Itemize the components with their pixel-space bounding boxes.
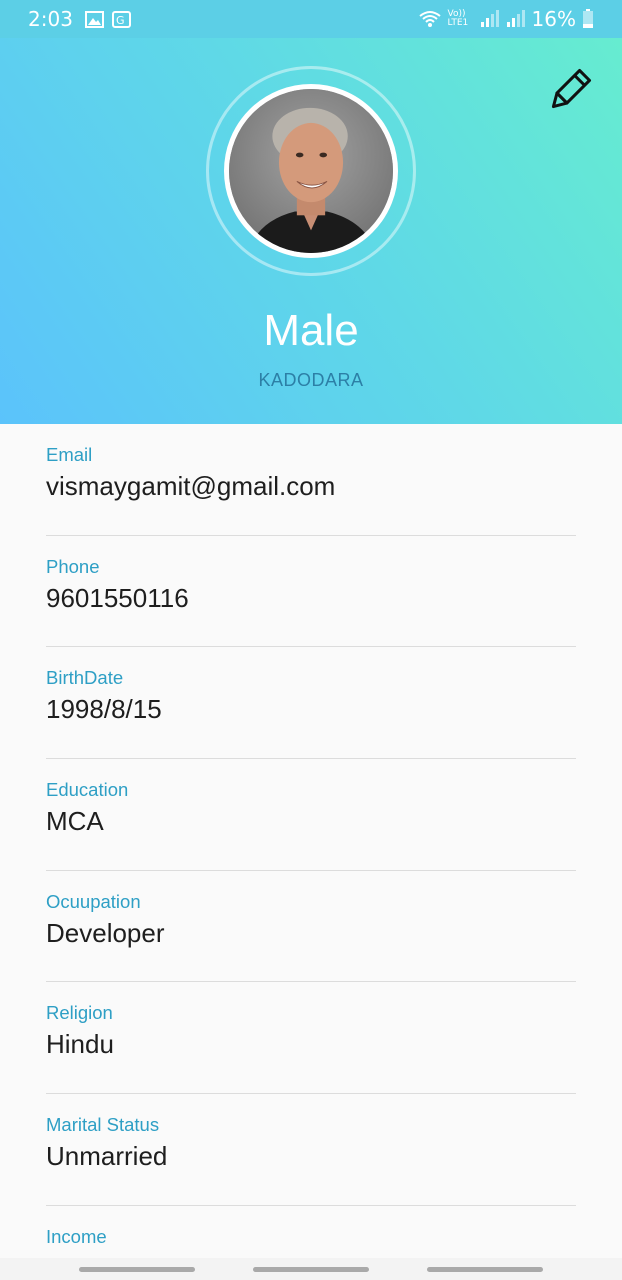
pencil-icon — [551, 68, 592, 109]
field-label: Marital Status — [46, 1114, 160, 1136]
field-label: Education — [46, 779, 129, 801]
profile-header: Male KADODARA — [0, 38, 622, 424]
status-bar: 2:03 G Vo)) LTE1 16% — [0, 0, 622, 38]
avatar-photo — [229, 89, 393, 253]
nav-home-button[interactable] — [253, 1266, 369, 1272]
field-birthdate: BirthDate 1998/8/15 — [46, 647, 576, 760]
field-label: Email — [46, 444, 93, 465]
translate-icon: G — [111, 10, 131, 28]
field-label: Phone — [46, 555, 100, 577]
battery-percent: 16% — [531, 7, 576, 31]
field-value: 9601550116 — [46, 582, 189, 613]
profile-name: Male — [263, 306, 359, 355]
field-label: BirthDate — [46, 667, 124, 689]
field-phone: Phone 9601550116 — [46, 536, 576, 648]
navigation-bar — [0, 1258, 622, 1280]
avatar-ring — [206, 66, 416, 276]
avatar[interactable] — [224, 84, 398, 258]
status-time: 2:03 — [28, 7, 73, 31]
field-label: Religion — [46, 1002, 113, 1024]
field-label: Income — [46, 1225, 107, 1247]
field-religion: Religion Hindu — [46, 982, 576, 1095]
battery-icon — [583, 9, 593, 28]
field-label: Ocuupation — [46, 890, 141, 912]
nav-back-button[interactable] — [427, 1266, 543, 1272]
field-occupation: Ocuupation Developer — [46, 871, 576, 983]
field-value: Hindu — [46, 1029, 114, 1060]
field-value: Developer — [46, 917, 165, 948]
svg-text:G: G — [116, 14, 125, 27]
field-email: Email vismaygamit@gmail.com — [46, 424, 576, 536]
network-label: Vo)) LTE1 — [447, 9, 469, 28]
wifi-icon — [418, 11, 441, 27]
field-value: Unmarried — [46, 1141, 168, 1172]
field-value: 1998/8/15 — [46, 694, 162, 725]
field-education: Education MCA — [46, 759, 576, 871]
signal-icon — [506, 10, 525, 27]
edit-button[interactable] — [544, 66, 594, 116]
field-value: vismaygamit@gmail.com — [46, 471, 336, 501]
field-value: MCA — [46, 806, 104, 837]
field-marital-status: Marital Status Unmarried — [46, 1094, 576, 1206]
signal-icon — [480, 10, 499, 27]
gallery-icon — [84, 10, 104, 28]
profile-subtitle: KADODARA — [258, 370, 364, 390]
nav-recent-button[interactable] — [79, 1266, 195, 1272]
profile-details: Email vismaygamit@gmail.com Phone 960155… — [46, 424, 576, 1280]
